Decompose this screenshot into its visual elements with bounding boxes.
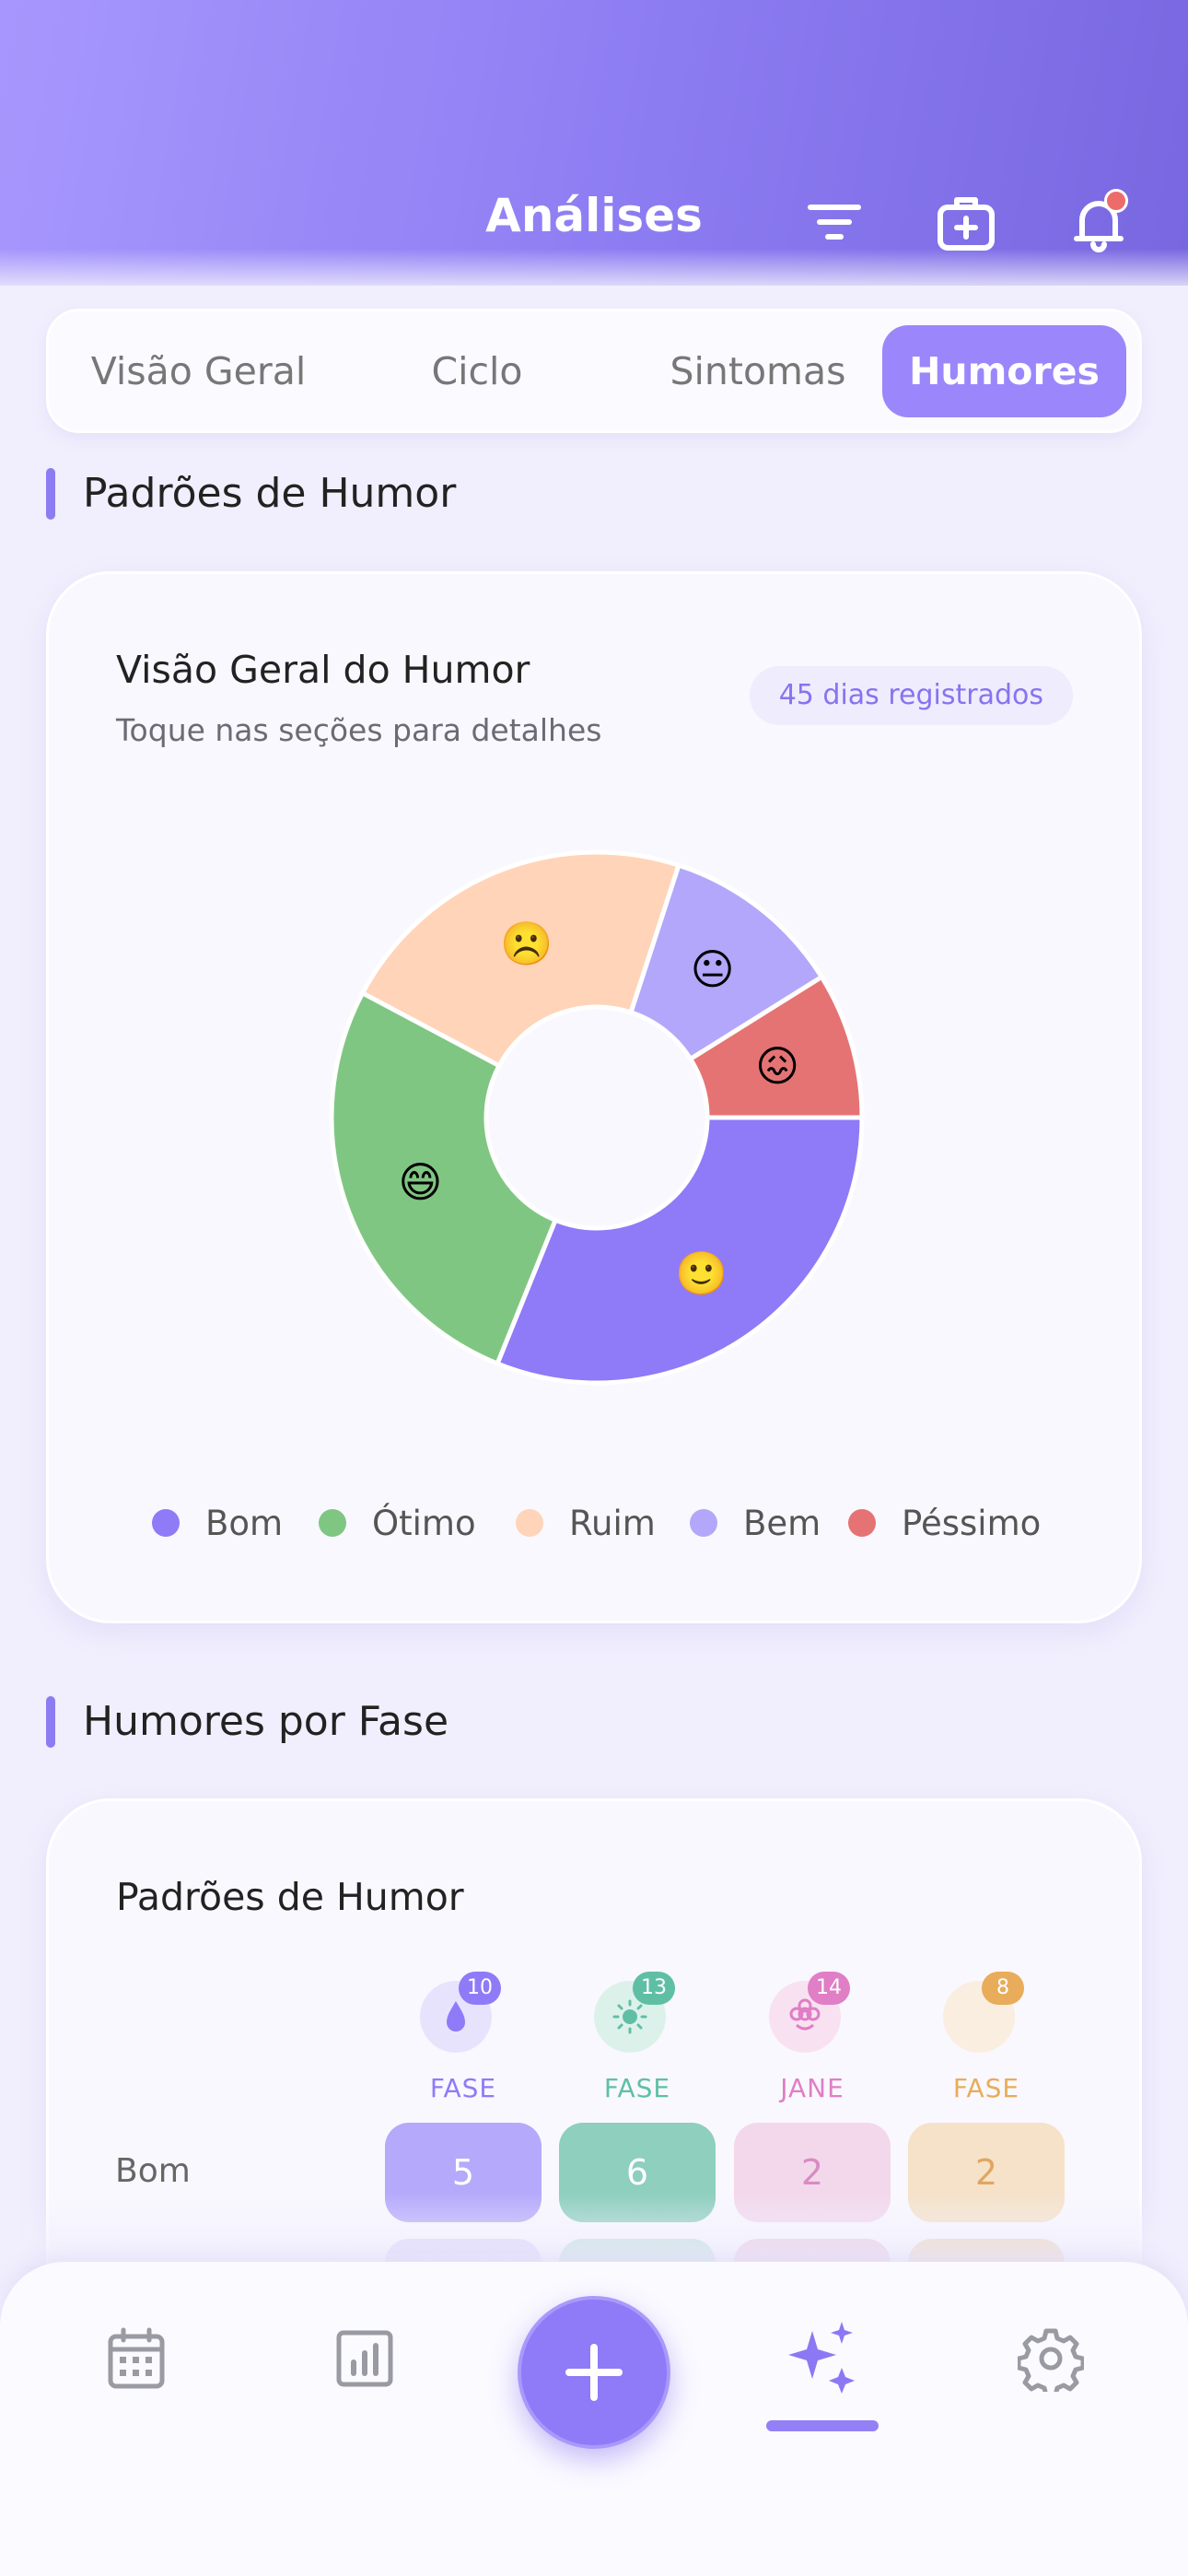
phase-count-badge: 13 <box>633 1972 675 2005</box>
chart-icon[interactable] <box>332 2325 398 2392</box>
section-title-text: Humores por Fase <box>83 1698 449 1745</box>
phase-label: FASE <box>952 2073 1020 2103</box>
section-accent-bar <box>46 468 55 520</box>
legend-label: Ótimo <box>372 1503 476 1543</box>
slice-emoji: 😖 <box>755 1041 799 1091</box>
filter-icon[interactable] <box>801 189 868 255</box>
slice-emoji: ☹️ <box>500 919 553 968</box>
phase-label: FASE <box>603 2073 671 2103</box>
card-title: Padrões de Humor <box>116 1875 464 1919</box>
active-tab-indicator <box>766 2420 879 2431</box>
donut-slice-ótimo[interactable] <box>329 989 559 1367</box>
legend-label: Péssimo <box>902 1503 1042 1543</box>
header <box>0 0 1188 286</box>
legend-item-bom[interactable]: Bom <box>152 1495 283 1551</box>
legend-swatch <box>848 1509 876 1537</box>
slice-emoji: 😄 <box>398 1157 442 1207</box>
notification-bell-icon[interactable] <box>1066 189 1132 255</box>
page-title: Análises <box>485 189 703 242</box>
scroll-fade <box>0 2193 1188 2266</box>
card-subtitle: Toque nas seções para detalhes <box>116 712 602 748</box>
first-aid-kit-icon[interactable] <box>933 189 999 255</box>
chart-legend: Bom Ótimo Ruim Bem Péssimo <box>49 1495 1145 1551</box>
legend-item-ótimo[interactable]: Ótimo <box>319 1495 476 1551</box>
card-title: Visão Geral do Humor <box>116 648 530 692</box>
tab-cycle[interactable]: Ciclo <box>367 325 588 417</box>
calendar-icon[interactable] <box>103 2325 169 2392</box>
legend-label: Bem <box>743 1503 821 1543</box>
legend-item-péssimo[interactable]: Péssimo <box>848 1495 1041 1551</box>
section-accent-bar <box>46 1696 55 1748</box>
legend-item-ruim[interactable]: Ruim <box>516 1495 656 1551</box>
mood-row-label: Bom <box>115 2152 191 2190</box>
section-title-text: Padrões de Humor <box>83 470 457 517</box>
notification-badge <box>1104 189 1128 213</box>
tab-moods[interactable]: Humores <box>882 325 1126 417</box>
slice-emoji: 🙂 <box>675 1248 728 1298</box>
legend-swatch <box>690 1509 717 1537</box>
sparkles-icon[interactable] <box>785 2318 862 2395</box>
phase-count-badge: 14 <box>808 1972 850 2005</box>
tab-symptoms[interactable]: Sintomas <box>620 325 896 417</box>
header-fade <box>0 249 1188 295</box>
gear-icon[interactable] <box>1016 2325 1086 2398</box>
legend-swatch <box>152 1509 180 1537</box>
legend-label: Ruim <box>569 1503 656 1543</box>
phase-column-follicular[interactable]: 13 FASE <box>559 1972 716 2110</box>
legend-swatch <box>319 1509 346 1537</box>
add-entry-button[interactable] <box>518 2296 670 2449</box>
plus-icon <box>565 2344 623 2401</box>
legend-item-bem[interactable]: Bem <box>690 1495 821 1551</box>
phase-column-ovulation[interactable]: 14 JANE <box>734 1972 891 2110</box>
tab-overview[interactable]: Visão Geral <box>67 325 330 417</box>
tab-bar: Visão Geral Ciclo Sintomas Humores <box>46 309 1142 433</box>
phase-column-menstrual[interactable]: 10 FASE <box>385 1972 542 2110</box>
slice-emoji: 😐 <box>691 944 735 994</box>
phase-label: FASE <box>429 2073 497 2103</box>
phase-label: JANE <box>780 2073 844 2103</box>
legend-label: Bom <box>205 1503 284 1543</box>
mood-donut-chart: 🙂 😄 ☹️ 😐 😖 <box>329 849 865 1386</box>
phase-count-badge: 8 <box>982 1972 1024 2005</box>
phase-count-badge: 10 <box>459 1972 501 2005</box>
mood-overview-card: Visão Geral do Humor Toque nas seções pa… <box>46 571 1142 1623</box>
legend-swatch <box>516 1509 543 1537</box>
phase-column-luteal[interactable]: 8 FASE <box>908 1972 1065 2110</box>
days-registered-badge: 45 dias registrados <box>749 666 1073 725</box>
